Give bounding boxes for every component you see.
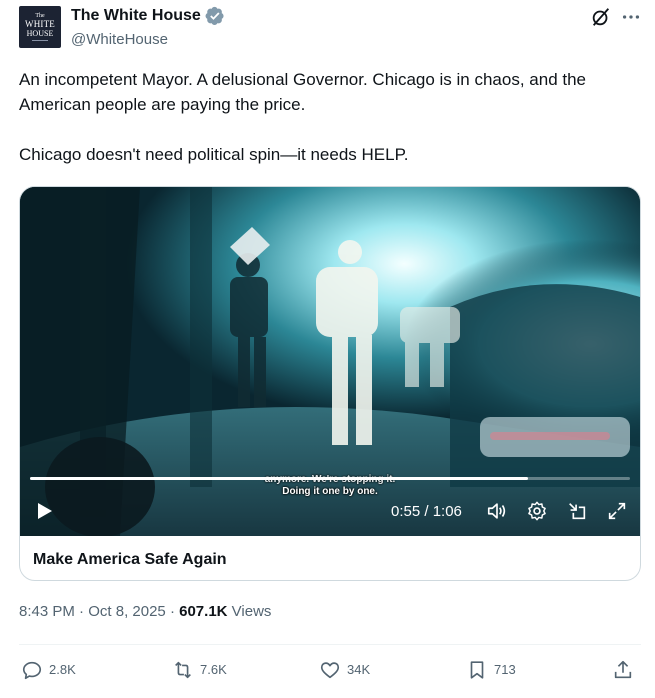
tweet-paragraph-1: An incompetent Mayor. A delusional Gover… bbox=[19, 70, 587, 114]
fullscreen-icon[interactable] bbox=[606, 500, 628, 522]
meta-separator-2: · bbox=[165, 603, 180, 620]
play-icon[interactable] bbox=[32, 499, 56, 523]
repost-icon bbox=[175, 661, 191, 679]
views-count: 607.1K bbox=[179, 603, 228, 620]
share-button[interactable] bbox=[612, 659, 634, 681]
bookmark-count: 713 bbox=[494, 662, 516, 677]
author-name-row: The White House bbox=[71, 6, 225, 26]
grok-icon[interactable] bbox=[590, 6, 612, 28]
repost-count: 7.6K bbox=[200, 662, 227, 677]
bookmark-button[interactable]: 713 bbox=[466, 659, 516, 681]
display-name[interactable]: The White House bbox=[71, 6, 201, 26]
video-player[interactable]: anymore. We're stopping it. Doing it one… bbox=[20, 187, 640, 536]
minimize-icon[interactable] bbox=[566, 500, 588, 522]
media-card[interactable]: anymore. We're stopping it. Doing it one… bbox=[19, 186, 641, 581]
like-button[interactable]: 34K bbox=[319, 659, 370, 681]
avatar-underline bbox=[32, 40, 48, 41]
reply-icon bbox=[22, 661, 42, 680]
caption-line-1: anymore. We're stopping it. bbox=[250, 474, 410, 486]
like-count: 34K bbox=[347, 662, 371, 677]
avatar[interactable]: The WHITE HOUSE bbox=[19, 6, 61, 48]
bookmark-icon bbox=[470, 661, 484, 679]
repost-button[interactable]: 7.6K bbox=[172, 659, 227, 681]
divider bbox=[19, 644, 641, 645]
reply-count: 2.8K bbox=[49, 662, 76, 677]
video-time: 0:55 / 1:06 bbox=[391, 503, 462, 520]
more-options-icon[interactable] bbox=[620, 6, 642, 28]
settings-icon[interactable] bbox=[526, 500, 548, 522]
volume-icon[interactable] bbox=[486, 500, 508, 522]
tweet-time[interactable]: 8:43 PM bbox=[19, 603, 75, 620]
tweet-date[interactable]: Oct 8, 2025 bbox=[88, 603, 166, 620]
views-label: Views bbox=[227, 603, 272, 620]
tweet: The WHITE HOUSE The White House @WhiteHo… bbox=[0, 0, 655, 698]
tweet-meta: 8:43 PM · Oct 8, 2025 · 607.1K Views bbox=[19, 602, 271, 622]
avatar-text-3: HOUSE bbox=[26, 29, 54, 38]
handle[interactable]: @WhiteHouse bbox=[71, 30, 168, 50]
heart-icon bbox=[320, 662, 340, 679]
reply-button[interactable]: 2.8K bbox=[21, 659, 76, 681]
caption-line-2: Doing it one by one. bbox=[282, 486, 378, 497]
card-title[interactable]: Make America Safe Again bbox=[33, 549, 227, 571]
video-progress-fill bbox=[30, 477, 528, 480]
tweet-text: An incompetent Mayor. A delusional Gover… bbox=[19, 67, 644, 167]
meta-separator: · bbox=[74, 603, 89, 620]
verified-badge-icon[interactable] bbox=[205, 6, 225, 26]
share-icon bbox=[614, 660, 632, 679]
video-progress-bar[interactable] bbox=[30, 477, 630, 480]
avatar-text-2: WHITE bbox=[25, 19, 55, 29]
tweet-paragraph-2: Chicago doesn't need political spin—it n… bbox=[19, 145, 409, 164]
